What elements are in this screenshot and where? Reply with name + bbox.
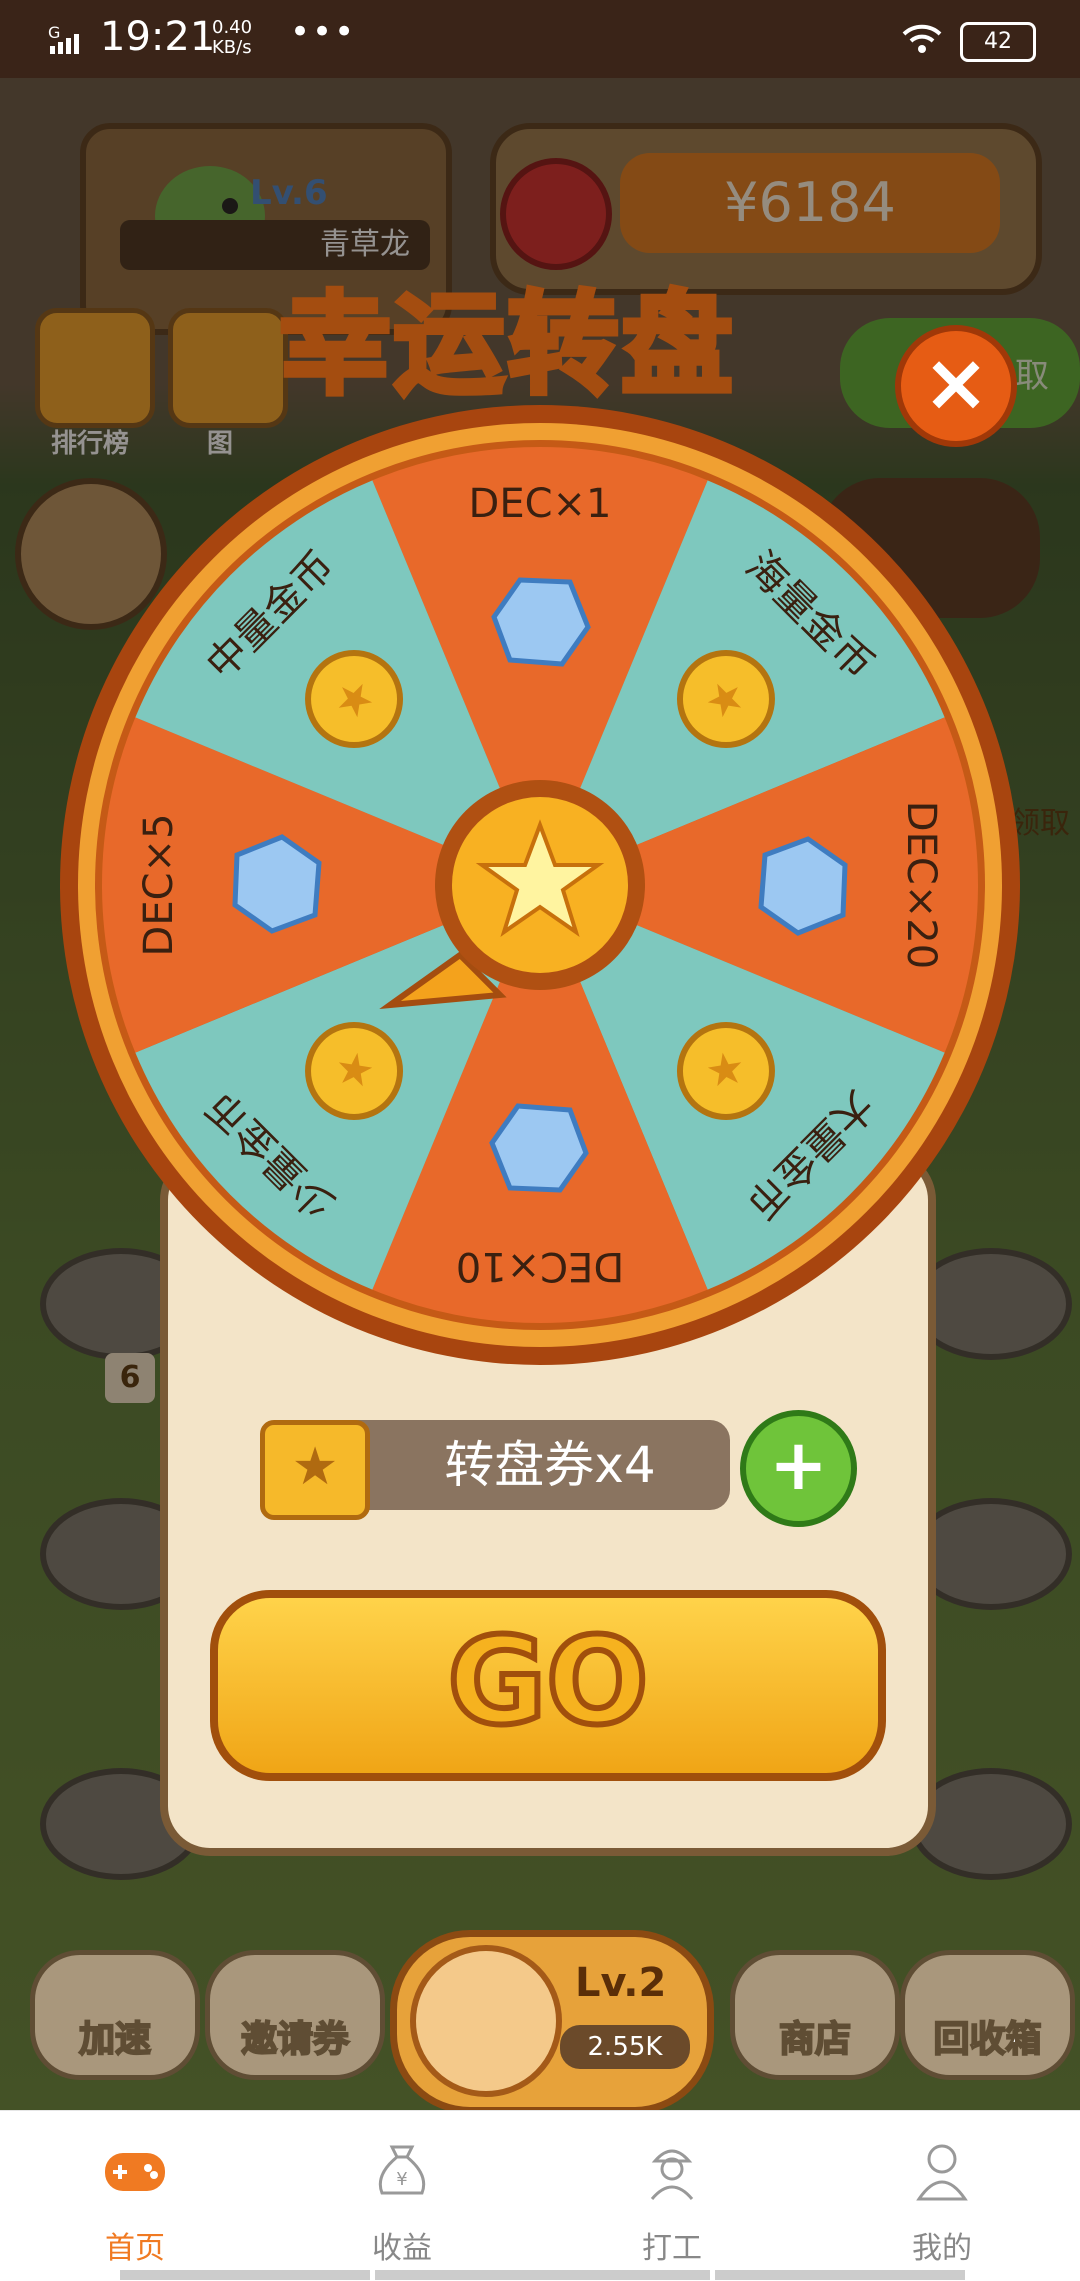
more-dots: ••• — [290, 12, 357, 52]
speed-value: 0.40 — [212, 17, 253, 38]
diamond-icon — [232, 834, 322, 934]
svg-text:G: G — [48, 24, 60, 42]
speed-unit: KB/s — [212, 37, 252, 58]
home-indicator — [375, 2270, 710, 2280]
nav-home-label: 首页 — [105, 2231, 165, 2266]
segment-label: DEC×20 — [898, 801, 944, 969]
wifi-icon — [900, 20, 944, 60]
recycle-button[interactable]: 回收箱 — [900, 1950, 1075, 2080]
nav-work-label: 打工 — [642, 2231, 702, 2266]
nav-home[interactable]: 首页 — [55, 2135, 215, 2267]
speed-up-button[interactable]: 加速 — [30, 1950, 200, 2080]
shop-label: 商店 — [778, 2018, 852, 2061]
profile-icon — [916, 2144, 968, 2201]
invite-label: 邀请券 — [240, 2018, 350, 2061]
home-indicator — [120, 2270, 370, 2280]
segment-label: DEC×5 — [136, 814, 182, 957]
gamepad-icon — [105, 2153, 165, 2191]
nav-earnings-label: 收益 — [372, 2231, 432, 2266]
nav-profile[interactable]: 我的 — [862, 2135, 1022, 2267]
egg-dragon-icon — [410, 1945, 562, 2097]
home-indicator — [715, 2270, 965, 2280]
svg-text:¥: ¥ — [396, 2169, 407, 2190]
money-bag-icon: ¥ — [378, 2145, 426, 2195]
ticket-count: 转盘券x4 — [444, 1436, 656, 1494]
add-ticket-button[interactable]: + — [740, 1410, 857, 1527]
diamond-icon — [489, 1103, 589, 1193]
wheel-title: 幸运转盘 — [277, 278, 736, 412]
buy-level: Lv.2 — [575, 1960, 667, 2006]
diamond-icon — [758, 836, 848, 936]
go-button[interactable]: GO — [210, 1590, 886, 1781]
lucky-wheel: DEC×1海量金币★DEC×20大量金币★DEC×10少量金币★DEC×5中量金… — [60, 405, 1020, 1365]
invite-button[interactable]: 邀请券 — [205, 1950, 385, 2080]
signal-icon: G — [46, 23, 94, 60]
nav-earnings[interactable]: ¥ 收益 — [322, 2135, 482, 2267]
worker-icon — [650, 2149, 694, 2200]
nav-work[interactable]: 打工 — [592, 2135, 752, 2267]
shop-button[interactable]: 商店 — [730, 1950, 900, 2080]
status-time: 19:21 — [100, 14, 216, 60]
speed-up-label: 加速 — [78, 2018, 152, 2061]
nav-profile-label: 我的 — [912, 2231, 972, 2266]
diamond-icon — [491, 577, 591, 667]
segment-label: DEC×10 — [456, 1243, 624, 1289]
status-bar: G 19:21 0.40 KB/s ••• 42 — [0, 0, 1080, 78]
battery-indicator: 42 — [960, 22, 1036, 62]
close-button[interactable]: × — [895, 325, 1017, 447]
buy-cost: 2.55K — [560, 2025, 690, 2069]
segment-label: DEC×1 — [469, 481, 612, 527]
network-speed: 0.40 KB/s — [212, 18, 252, 58]
ticket-star-icon: ★ — [260, 1420, 370, 1520]
recycle-label: 回收箱 — [932, 2018, 1042, 2061]
